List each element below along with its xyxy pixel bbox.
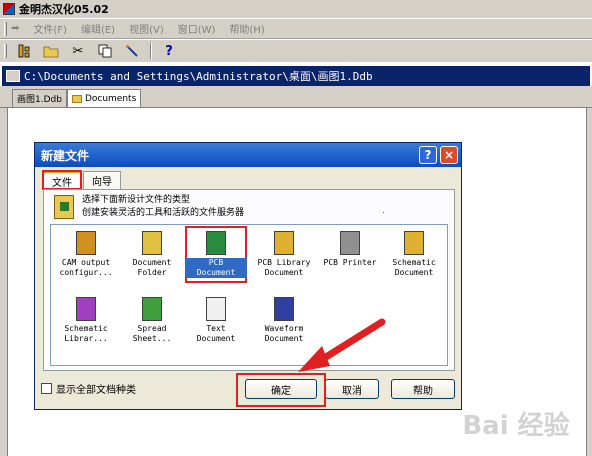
menubar: ➡ 文件(F) 编辑(E) 视图(V) 窗口(W) 帮助(H): [0, 19, 592, 39]
open-folder-icon[interactable]: [41, 42, 61, 60]
cancel-button[interactable]: 取消: [325, 379, 379, 399]
workspace-right-border: [586, 108, 592, 456]
file-label-line-2: configur...: [59, 268, 113, 277]
file-label-line-2: Document: [196, 334, 236, 343]
project-tree-icon[interactable]: [14, 42, 34, 60]
file-type-list: CAM output configur... Document Folder P…: [50, 224, 448, 366]
dialog-titlebar[interactable]: 新建文件 ? ×: [35, 143, 461, 167]
file-label-line-1: Text: [206, 324, 226, 333]
cut-icon[interactable]: ✂: [68, 42, 88, 60]
description-text: 选择下面新设计文件的类型 创建安装灵活的工具和活跃的文件服务器: [82, 194, 244, 220]
file-label-line-1: Waveform: [264, 324, 304, 333]
file-tab-panel: 选择下面新设计文件的类型 创建安装灵活的工具和活跃的文件服务器 . CAM ou…: [43, 189, 455, 371]
file-label-line-2: Sheet...: [132, 334, 172, 343]
menu-edit[interactable]: 编辑(E): [81, 21, 115, 36]
menu-view[interactable]: 视图(V): [129, 21, 164, 36]
file-label-line-1: Schematic: [64, 324, 108, 333]
file-label-line-2: Librar...: [64, 334, 108, 343]
file-type-text-document[interactable]: Text Document: [185, 297, 247, 344]
copy-icon[interactable]: [95, 42, 115, 60]
file-type-document-folder[interactable]: Document Folder: [121, 231, 183, 278]
waveform-document-icon: [274, 297, 294, 321]
text-document-icon: [206, 297, 226, 321]
dialog-tabs: 文件 向导: [42, 170, 123, 190]
menubar-grip[interactable]: [4, 21, 7, 36]
spreadsheet-icon: [142, 297, 162, 321]
file-label-line-1: Spread: [137, 324, 167, 333]
menu-file[interactable]: 文件(F): [33, 21, 67, 36]
app-logo-icon: [3, 3, 15, 15]
show-all-label: 显示全部文档种类: [56, 385, 136, 396]
pcb-library-icon: [274, 231, 294, 255]
file-label-line-1: CAM output: [61, 258, 111, 267]
file-type-schematic-library[interactable]: Schematic Librar...: [55, 297, 117, 344]
document-path: C:\Documents and Settings\Administrator\…: [24, 70, 373, 83]
menu-window[interactable]: 窗口(W): [178, 21, 216, 36]
file-type-cam-output[interactable]: CAM output configur...: [55, 231, 117, 278]
file-label-line-1: PCB Library: [257, 258, 311, 267]
tab-documents-label: Documents: [84, 93, 137, 104]
description-row: 选择下面新设计文件的类型 创建安装灵活的工具和活跃的文件服务器: [54, 194, 244, 220]
file-label-line-2: Folder: [137, 268, 167, 277]
file-type-waveform-document[interactable]: Waveform Document: [253, 297, 315, 344]
pcb-document-icon: [206, 231, 226, 255]
toolbar-grip[interactable]: [4, 44, 7, 58]
dialog-close-button[interactable]: ×: [440, 146, 458, 164]
show-all-checkbox[interactable]: [41, 383, 52, 394]
file-label-line-2: Document: [264, 268, 304, 277]
file-label-line-2: Document: [264, 334, 304, 343]
file-label-line-2: Document: [185, 268, 247, 278]
folder-icon: [71, 94, 82, 103]
help-question-icon[interactable]: ?: [159, 42, 179, 60]
workspace-left-border: [0, 108, 8, 456]
file-label-line-1: PCB: [185, 258, 247, 268]
file-label-line-1: Document: [132, 258, 172, 267]
menu-help[interactable]: 帮助(H): [229, 21, 264, 36]
file-label-line-1: PCB Printer: [323, 258, 377, 267]
file-label-line-1: Schematic: [392, 258, 436, 267]
file-type-pcb-printer[interactable]: PCB Printer: [319, 231, 381, 268]
dialog-help-button[interactable]: ?: [419, 146, 437, 164]
app-titlebar: 金明杰汉化05.02: [0, 0, 592, 18]
app-title: 金明杰汉化05.02: [19, 3, 109, 16]
file-type-schematic-document[interactable]: Schematic Document: [383, 231, 445, 278]
dialog-title: 新建文件: [41, 148, 90, 163]
description-line-2: 创建安装灵活的工具和活跃的文件服务器: [82, 208, 245, 218]
schematic-library-icon: [76, 297, 96, 321]
ok-highlight-box: [236, 373, 326, 407]
pencil-icon[interactable]: [122, 42, 142, 60]
new-file-dialog: 新建文件 ? × 文件 向导 选择下面新设计文件的类型 创建安装灵活的工具和活跃…: [34, 142, 462, 410]
separator-dot: .: [382, 206, 385, 216]
tab-file[interactable]: 文件: [42, 170, 82, 190]
file-type-spreadsheet[interactable]: Spread Sheet...: [121, 297, 183, 344]
cam-output-icon: [76, 231, 96, 255]
help-button[interactable]: 帮助: [391, 379, 455, 399]
tab-wizard[interactable]: 向导: [83, 171, 121, 189]
design-file-icon: [54, 195, 74, 219]
menu-back-arrow-icon: ➡: [11, 23, 20, 34]
tab-database[interactable]: 画图1.Ddb: [12, 89, 67, 107]
document-tabs: 画图1.Ddb Documents: [0, 86, 592, 108]
document-path-bar: C:\Documents and Settings\Administrator\…: [2, 66, 590, 86]
description-line-1: 选择下面新设计文件的类型: [82, 195, 191, 205]
file-type-pcb-library[interactable]: PCB Library Document: [253, 231, 315, 278]
tab-documents[interactable]: Documents: [66, 89, 142, 107]
toolbar: ✂ ?: [0, 40, 592, 62]
schematic-document-icon: [404, 231, 424, 255]
database-icon: [6, 70, 20, 82]
watermark: Bai 经验: [462, 410, 570, 441]
tab-database-label: 画图1.Ddb: [17, 95, 62, 105]
show-all-row: 显示全部文档种类: [41, 381, 136, 396]
pcb-printer-icon: [340, 231, 360, 255]
file-type-pcb-document[interactable]: PCB Document: [185, 231, 247, 278]
document-folder-icon: [142, 231, 162, 255]
toolbar-separator: [150, 43, 152, 59]
file-label-line-2: Document: [394, 268, 434, 277]
